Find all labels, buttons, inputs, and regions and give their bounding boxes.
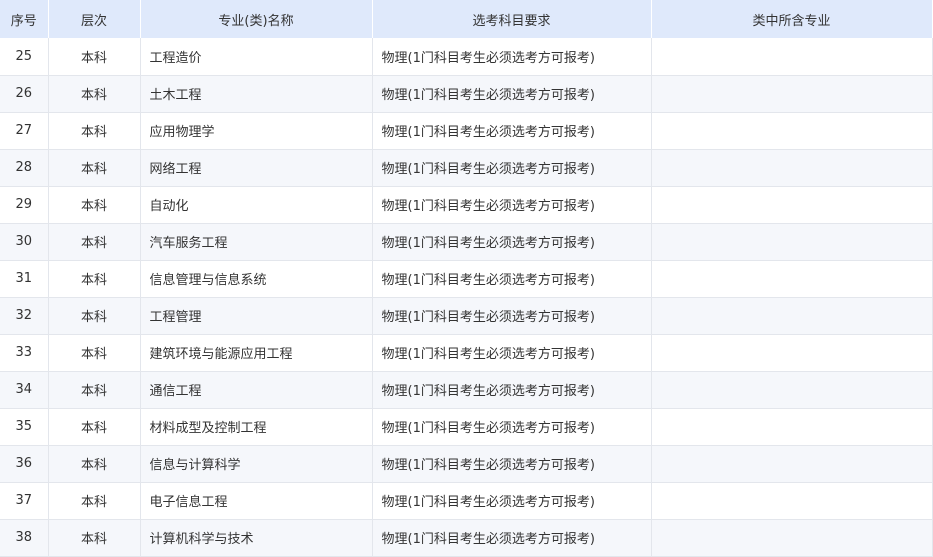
table-row: 37 本科 电子信息工程 物理(1门科目考生必须选考方可报考) [0, 482, 933, 520]
table-body: 25 本科 工程造价 物理(1门科目考生必须选考方可报考) 26 本科 土木工程 物理(1门科… [0, 38, 933, 557]
subject-requirement-cell: 物理(1门科目考生必须选考方可报考) [372, 38, 652, 76]
seq-cell: 35 [0, 408, 49, 446]
subject-requirement-cell: 物理(1门科目考生必须选考方可报考) [372, 223, 652, 261]
subject-requirement-cell: 物理(1门科目考生必须选考方可报考) [372, 112, 652, 150]
header-level: 层次 [48, 0, 141, 38]
major-name-cell: 建筑环境与能源应用工程 [140, 334, 373, 372]
header-row: 序号 层次 专业(类)名称 选考科目要求 类中所含专业 [0, 0, 933, 38]
major-name-cell: 计算机科学与技术 [140, 519, 373, 557]
level-cell: 本科 [48, 112, 141, 150]
table-row: 32 本科 工程管理 物理(1门科目考生必须选考方可报考) [0, 297, 933, 335]
seq-cell: 28 [0, 149, 49, 187]
seq-cell: 27 [0, 112, 49, 150]
table-row: 36 本科 信息与计算科学 物理(1门科目考生必须选考方可报考) [0, 445, 933, 483]
level-cell: 本科 [48, 445, 141, 483]
sub-majors-cell [651, 445, 933, 483]
major-name-cell: 网络工程 [140, 149, 373, 187]
major-name-cell: 汽车服务工程 [140, 223, 373, 261]
table-row: 27 本科 应用物理学 物理(1门科目考生必须选考方可报考) [0, 112, 933, 150]
level-cell: 本科 [48, 223, 141, 261]
level-cell: 本科 [48, 371, 141, 409]
level-cell: 本科 [48, 75, 141, 113]
level-cell: 本科 [48, 297, 141, 335]
seq-cell: 33 [0, 334, 49, 372]
table-row: 30 本科 汽车服务工程 物理(1门科目考生必须选考方可报考) [0, 223, 933, 261]
header-major-name: 专业(类)名称 [140, 0, 373, 38]
major-name-cell: 信息管理与信息系统 [140, 260, 373, 298]
seq-cell: 34 [0, 371, 49, 409]
table-row: 28 本科 网络工程 物理(1门科目考生必须选考方可报考) [0, 149, 933, 187]
seq-cell: 32 [0, 297, 49, 335]
majors-table: 序号 层次 专业(类)名称 选考科目要求 类中所含专业 25 本科 工程造价 物理(1… [0, 0, 933, 557]
seq-cell: 25 [0, 38, 49, 76]
level-cell: 本科 [48, 519, 141, 557]
table-row: 25 本科 工程造价 物理(1门科目考生必须选考方可报考) [0, 38, 933, 76]
subject-requirement-cell: 物理(1门科目考生必须选考方可报考) [372, 75, 652, 113]
seq-cell: 26 [0, 75, 49, 113]
sub-majors-cell [651, 186, 933, 224]
table-row: 29 本科 自动化 物理(1门科目考生必须选考方可报考) [0, 186, 933, 224]
sub-majors-cell [651, 519, 933, 557]
table-row: 31 本科 信息管理与信息系统 物理(1门科目考生必须选考方可报考) [0, 260, 933, 298]
subject-requirement-cell: 物理(1门科目考生必须选考方可报考) [372, 186, 652, 224]
sub-majors-cell [651, 149, 933, 187]
level-cell: 本科 [48, 334, 141, 372]
subject-requirement-cell: 物理(1门科目考生必须选考方可报考) [372, 482, 652, 520]
level-cell: 本科 [48, 38, 141, 76]
major-name-cell: 电子信息工程 [140, 482, 373, 520]
level-cell: 本科 [48, 260, 141, 298]
seq-cell: 31 [0, 260, 49, 298]
header-subject-requirement: 选考科目要求 [372, 0, 652, 38]
sub-majors-cell [651, 75, 933, 113]
major-name-cell: 土木工程 [140, 75, 373, 113]
seq-cell: 37 [0, 482, 49, 520]
sub-majors-cell [651, 112, 933, 150]
seq-cell: 38 [0, 519, 49, 557]
header-sub-majors: 类中所含专业 [651, 0, 933, 38]
level-cell: 本科 [48, 482, 141, 520]
table-row: 35 本科 材料成型及控制工程 物理(1门科目考生必须选考方可报考) [0, 408, 933, 446]
level-cell: 本科 [48, 408, 141, 446]
table-row: 38 本科 计算机科学与技术 物理(1门科目考生必须选考方可报考) [0, 519, 933, 557]
major-name-cell: 工程造价 [140, 38, 373, 76]
major-name-cell: 工程管理 [140, 297, 373, 335]
subject-requirement-cell: 物理(1门科目考生必须选考方可报考) [372, 297, 652, 335]
sub-majors-cell [651, 297, 933, 335]
seq-cell: 30 [0, 223, 49, 261]
sub-majors-cell [651, 482, 933, 520]
major-name-cell: 信息与计算科学 [140, 445, 373, 483]
major-name-cell: 自动化 [140, 186, 373, 224]
sub-majors-cell [651, 38, 933, 76]
seq-cell: 29 [0, 186, 49, 224]
subject-requirement-cell: 物理(1门科目考生必须选考方可报考) [372, 445, 652, 483]
sub-majors-cell [651, 408, 933, 446]
subject-requirement-cell: 物理(1门科目考生必须选考方可报考) [372, 519, 652, 557]
sub-majors-cell [651, 223, 933, 261]
header-seq: 序号 [0, 0, 49, 38]
table-header: 序号 层次 专业(类)名称 选考科目要求 类中所含专业 [0, 0, 933, 38]
seq-cell: 36 [0, 445, 49, 483]
sub-majors-cell [651, 334, 933, 372]
subject-requirement-cell: 物理(1门科目考生必须选考方可报考) [372, 149, 652, 187]
sub-majors-cell [651, 260, 933, 298]
major-name-cell: 应用物理学 [140, 112, 373, 150]
level-cell: 本科 [48, 186, 141, 224]
subject-requirement-cell: 物理(1门科目考生必须选考方可报考) [372, 371, 652, 409]
subject-requirement-cell: 物理(1门科目考生必须选考方可报考) [372, 334, 652, 372]
major-name-cell: 材料成型及控制工程 [140, 408, 373, 446]
major-name-cell: 通信工程 [140, 371, 373, 409]
sub-majors-cell [651, 371, 933, 409]
table-row: 26 本科 土木工程 物理(1门科目考生必须选考方可报考) [0, 75, 933, 113]
table-row: 33 本科 建筑环境与能源应用工程 物理(1门科目考生必须选考方可报考) [0, 334, 933, 372]
table-row: 34 本科 通信工程 物理(1门科目考生必须选考方可报考) [0, 371, 933, 409]
subject-requirement-cell: 物理(1门科目考生必须选考方可报考) [372, 260, 652, 298]
level-cell: 本科 [48, 149, 141, 187]
subject-requirement-cell: 物理(1门科目考生必须选考方可报考) [372, 408, 652, 446]
